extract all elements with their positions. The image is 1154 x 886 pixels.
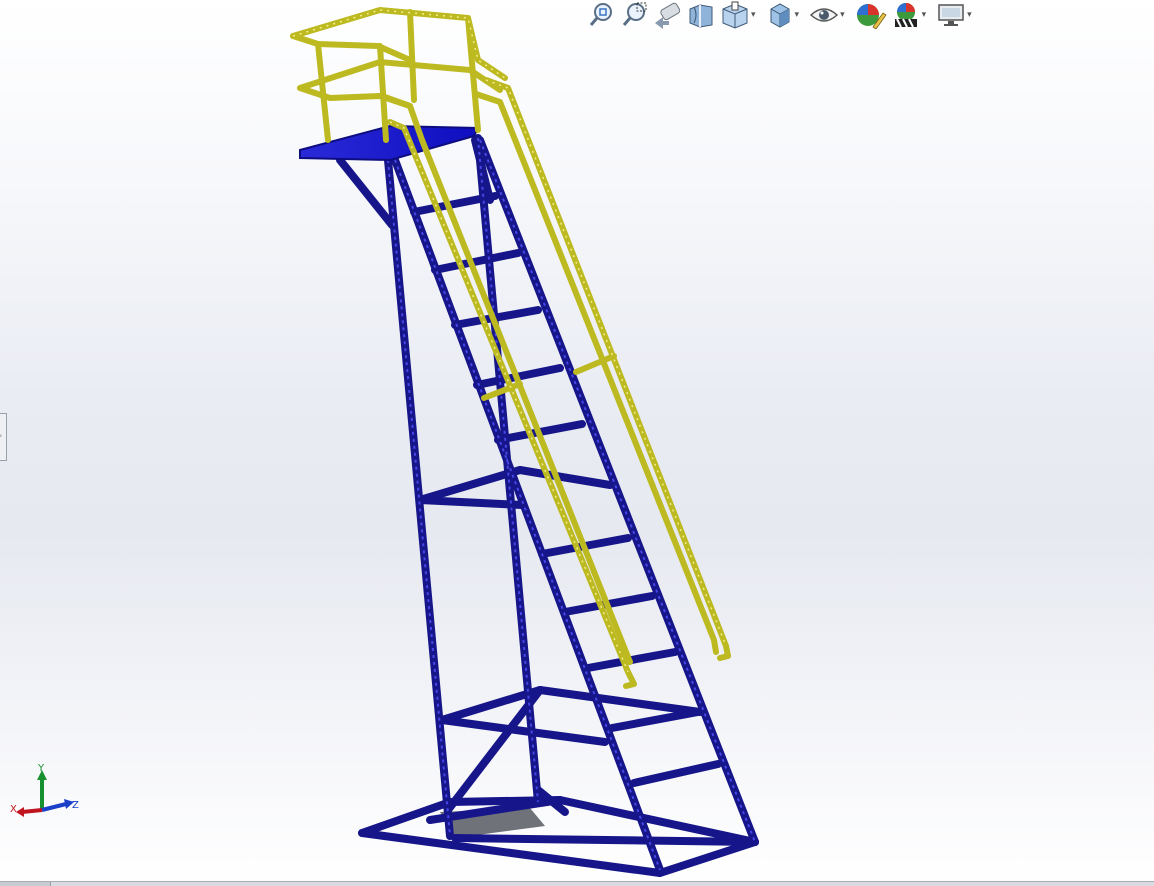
reference-triad[interactable]: Y X Z [8, 760, 88, 820]
handrails [290, 7, 731, 689]
edit-appearance-icon[interactable] [855, 1, 887, 29]
heads-up-view-toolbar: ▾ ▾ ▾ ▾ ▾ [588, 0, 982, 30]
steel-frame [336, 134, 759, 877]
zoom-to-area-icon[interactable] [620, 1, 648, 29]
display-style-dropdown[interactable]: ▾ [795, 1, 800, 29]
view-settings-dropdown[interactable]: ▾ [967, 1, 972, 29]
view-orientation-icon[interactable]: ▾ [720, 1, 762, 29]
graphics-viewport[interactable]: ▾ ▾ ▾ ▾ ▾ › Y X Z [0, 0, 1154, 882]
zoom-to-fit-icon[interactable] [588, 1, 616, 29]
ladder-model[interactable] [0, 0, 1154, 882]
apply-scene-icon[interactable]: ▾ [891, 1, 933, 29]
view-settings-icon[interactable]: ▾ [936, 1, 978, 29]
status-bar [0, 881, 1154, 886]
status-bar-left-segment [0, 882, 51, 886]
triad-y-label: Y [37, 763, 45, 774]
hide-show-items-icon[interactable]: ▾ [809, 1, 851, 29]
previous-view-icon[interactable] [652, 1, 682, 29]
section-view-icon[interactable] [686, 1, 716, 29]
triad-x-label: X [10, 804, 17, 815]
apply-scene-dropdown[interactable]: ▾ [922, 1, 927, 29]
expand-chevron-icon: › [0, 431, 2, 440]
display-style-icon[interactable]: ▾ [766, 1, 806, 29]
view-orientation-dropdown[interactable]: ▾ [751, 1, 756, 29]
panel-expand-tab[interactable]: › [0, 413, 7, 461]
hide-show-dropdown[interactable]: ▾ [840, 1, 845, 29]
triad-z-label: Z [72, 800, 79, 811]
